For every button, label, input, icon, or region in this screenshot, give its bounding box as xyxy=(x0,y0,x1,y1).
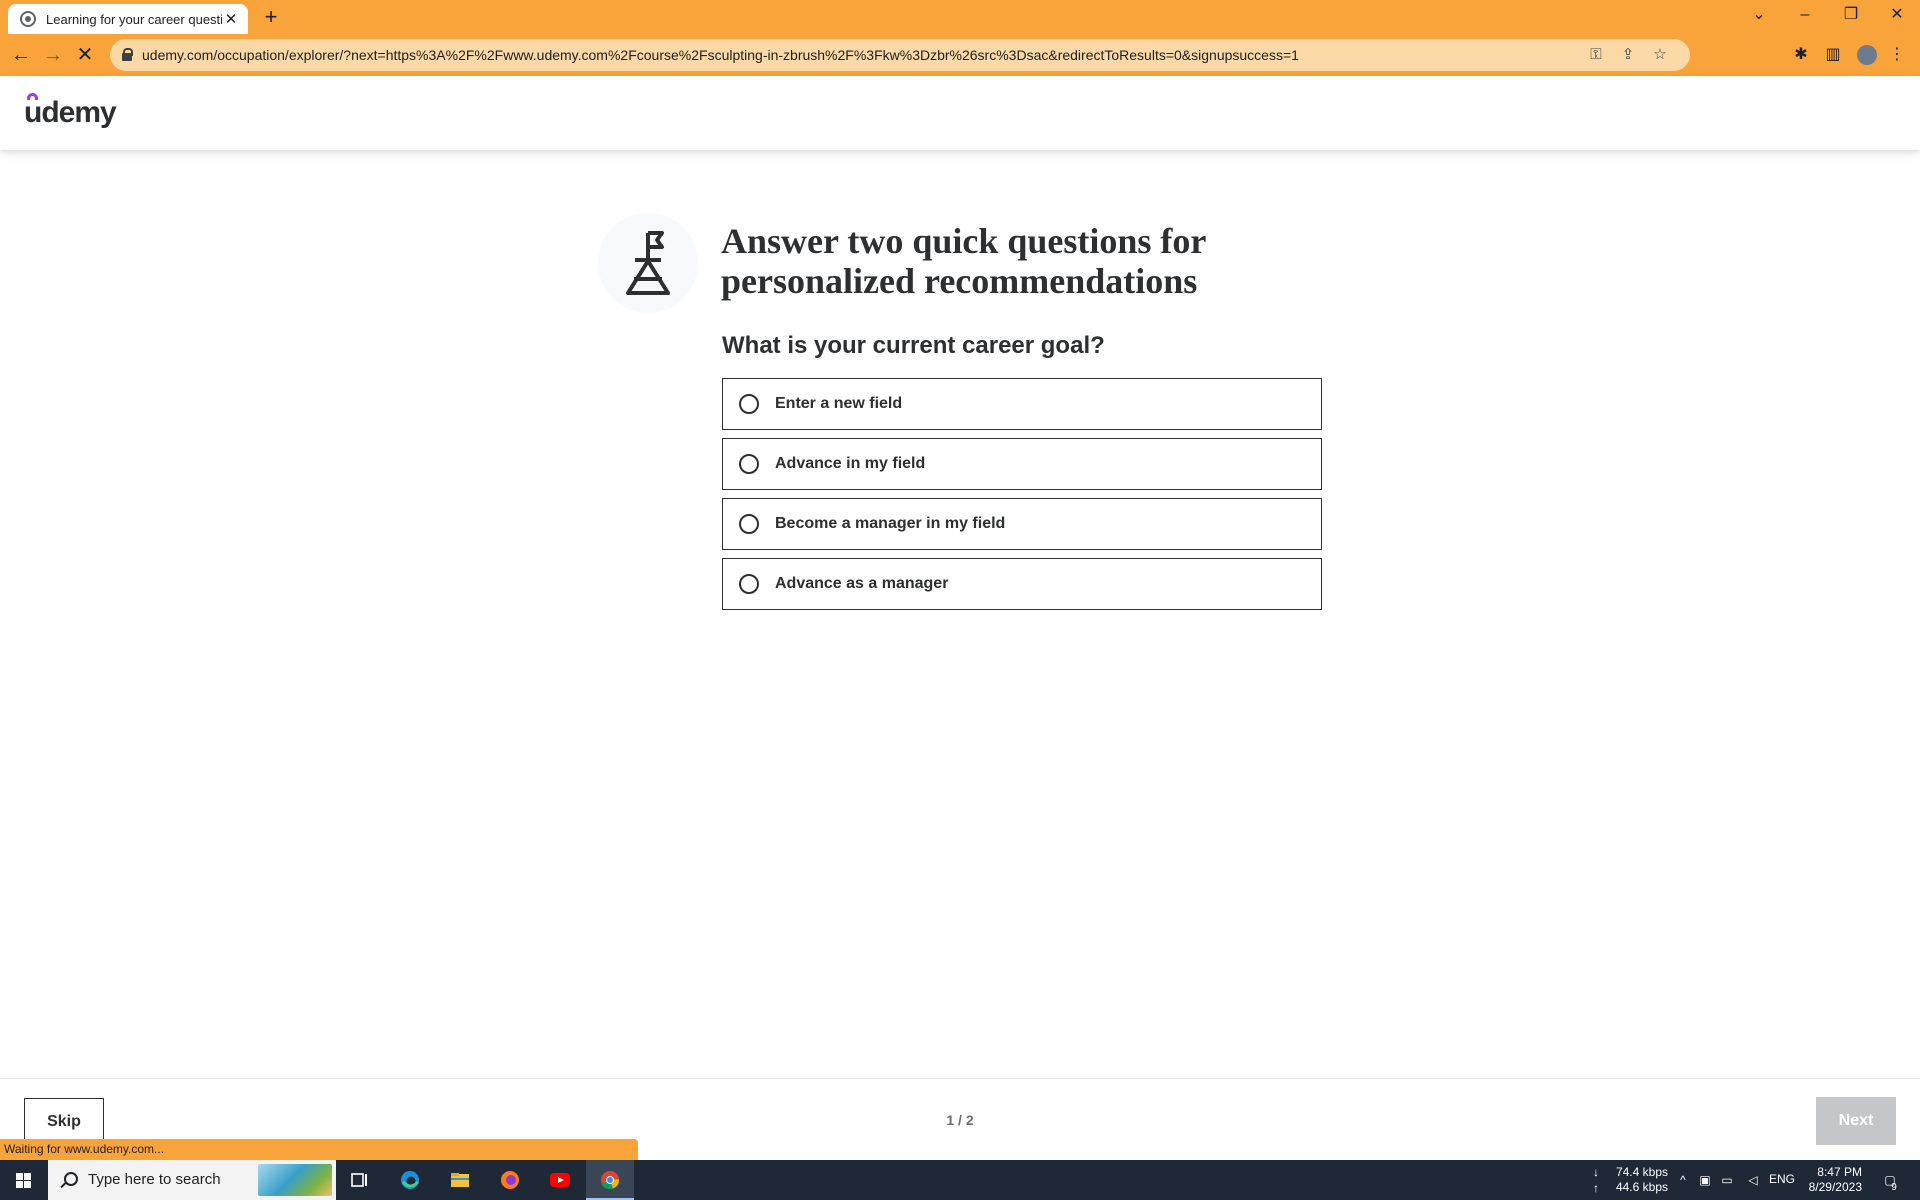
stop-loading-icon[interactable]: ✕ xyxy=(70,40,100,70)
page-title: Answer two quick questions for personali… xyxy=(721,221,1206,301)
close-window-button[interactable]: ✕ xyxy=(1874,0,1920,30)
share-icon[interactable]: ⇪ xyxy=(1614,39,1642,71)
url-text[interactable]: udemy.com/occupation/explorer/?next=http… xyxy=(142,39,1299,71)
upload-arrow-icon: ↑ xyxy=(1593,1181,1599,1195)
flag-mountain-icon xyxy=(598,213,698,313)
language-indicator[interactable]: ENG xyxy=(1764,1172,1800,1187)
minimize-button[interactable]: – xyxy=(1782,0,1828,30)
windows-taskbar: Type here to search ↓ ↑ 74.4 kbps 44.6 k… xyxy=(0,1160,1920,1200)
option-label: Advance in my field xyxy=(775,455,926,472)
download-speed: 74.4 kbps xyxy=(1615,1165,1668,1179)
key-icon[interactable]: ⚿ xyxy=(1582,39,1610,71)
taskbar-edge[interactable] xyxy=(386,1160,434,1200)
folder-icon xyxy=(451,1173,469,1187)
menu-kebab-icon[interactable]: ⋮ xyxy=(1882,40,1912,70)
next-button[interactable]: Next xyxy=(1816,1097,1896,1145)
radio-button[interactable] xyxy=(739,454,759,474)
taskbar-youtube[interactable] xyxy=(536,1160,584,1200)
taskbar-search-placeholder: Type here to search xyxy=(88,1171,221,1188)
lock-icon[interactable] xyxy=(122,48,133,61)
taskbar-file-explorer[interactable] xyxy=(436,1160,484,1200)
upload-speed: 44.6 kbps xyxy=(1615,1180,1668,1194)
radio-button[interactable] xyxy=(739,574,759,594)
extensions-puzzle-icon[interactable]: ✱ xyxy=(1786,40,1816,70)
option-label: Enter a new field xyxy=(775,395,903,412)
notification-count: 9 xyxy=(1891,1182,1897,1193)
option-become-manager[interactable]: Become a manager in my field xyxy=(722,498,1322,550)
loading-status-bubble: Waiting for www.udemy.com... xyxy=(0,1139,638,1160)
windows-logo-icon xyxy=(16,1173,31,1188)
new-tab-button[interactable]: + xyxy=(258,4,284,30)
tab-title: Learning for your career questions xyxy=(46,11,222,27)
profile-avatar[interactable] xyxy=(1857,45,1877,65)
question-label: What is your current career goal? xyxy=(722,332,1105,359)
volume-icon[interactable]: ◁ xyxy=(1745,1172,1761,1188)
taskbar-chrome[interactable] xyxy=(586,1160,634,1200)
option-advance-as-manager[interactable]: Advance as a manager xyxy=(722,558,1322,610)
meet-now-icon[interactable]: ▣ xyxy=(1697,1172,1713,1188)
firefox-icon xyxy=(501,1171,519,1189)
radio-button[interactable] xyxy=(739,514,759,534)
udemy-favicon-icon xyxy=(20,11,36,27)
side-panel-icon[interactable]: ▥ xyxy=(1818,40,1848,70)
clock-date[interactable]: 8/29/2023 xyxy=(1800,1180,1862,1195)
task-view-icon xyxy=(351,1173,367,1187)
download-arrow-icon: ↓ xyxy=(1593,1165,1599,1179)
taskbar-search-box[interactable]: Type here to search xyxy=(48,1160,336,1200)
tab-close-icon[interactable]: ✕ xyxy=(222,10,240,28)
network-icon[interactable]: ▭ xyxy=(1719,1172,1735,1188)
option-advance-in-field[interactable]: Advance in my field xyxy=(722,438,1322,490)
option-enter-new-field[interactable]: Enter a new field xyxy=(722,378,1322,430)
youtube-icon xyxy=(550,1173,570,1187)
edge-icon xyxy=(401,1171,420,1189)
option-label: Advance as a manager xyxy=(775,575,949,592)
udemy-logo[interactable]: udemy xyxy=(24,96,117,130)
taskbar-firefox[interactable] xyxy=(486,1160,534,1200)
chrome-icon xyxy=(601,1171,620,1190)
task-view-button[interactable] xyxy=(336,1160,384,1200)
browser-tab[interactable]: Learning for your career questions ✕ xyxy=(8,4,248,34)
radio-button[interactable] xyxy=(739,394,759,414)
browser-toolbar: ← → ✕ udemy.com/occupation/explorer/?nex… xyxy=(0,34,1920,76)
site-header: udemy xyxy=(0,76,1920,150)
step-progress: 1 / 2 xyxy=(946,1112,974,1128)
back-arrow-icon[interactable]: ← xyxy=(6,40,36,70)
clock-time[interactable]: 8:47 PM xyxy=(1800,1165,1862,1180)
option-label: Become a manager in my field xyxy=(775,515,1006,532)
tab-search-chevron-icon[interactable]: ⌄ xyxy=(1736,0,1782,30)
bookmark-star-icon[interactable]: ☆ xyxy=(1646,39,1674,71)
browser-tab-strip: Learning for your career questions ✕ + ⌄… xyxy=(0,0,1920,34)
forward-arrow-icon[interactable]: → xyxy=(38,40,68,70)
start-button[interactable] xyxy=(0,1160,46,1200)
search-icon xyxy=(64,1172,78,1186)
show-hidden-icons-chevron-icon[interactable]: ^ xyxy=(1675,1172,1691,1188)
restore-button[interactable]: ❐ xyxy=(1828,0,1874,30)
search-highlight-image xyxy=(258,1164,332,1196)
address-bar[interactable]: udemy.com/occupation/explorer/?next=http… xyxy=(110,39,1690,71)
